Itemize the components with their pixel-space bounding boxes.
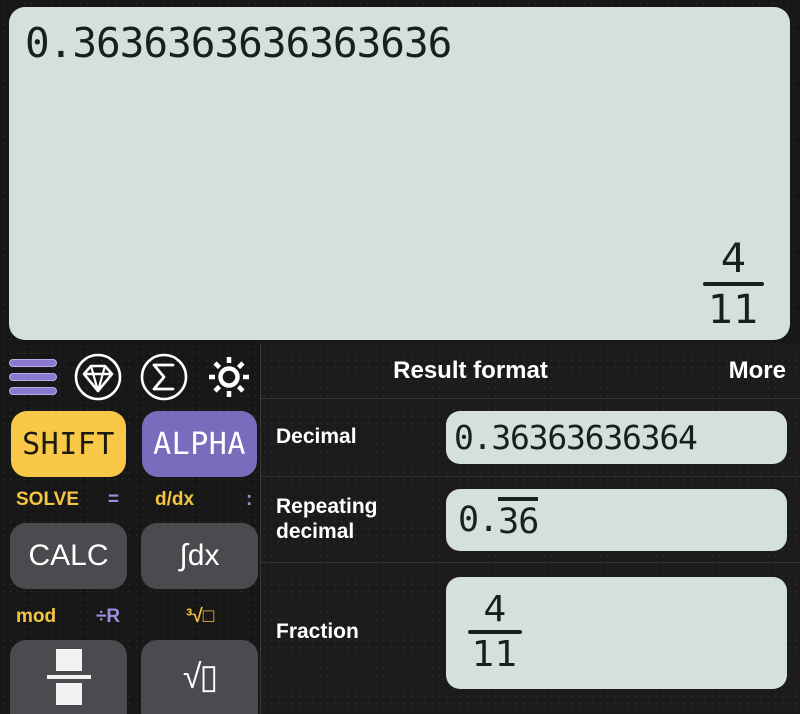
secondary-label-row-1: SOLVE = d/dx : xyxy=(0,489,262,515)
hamburger-line xyxy=(8,373,57,381)
calc-key[interactable]: CALC xyxy=(10,523,127,589)
toolbar xyxy=(0,348,262,406)
result-row-repeating-decimal[interactable]: Repeating decimal 0. 36 xyxy=(261,476,800,562)
repeating-whole-part: 0. xyxy=(458,499,499,540)
fraction-denominator-box xyxy=(55,683,82,705)
fraction-numerator-box xyxy=(55,649,82,671)
alpha-key[interactable]: ALPHA xyxy=(142,411,257,477)
row-label-repeating-decimal: Repeating decimal xyxy=(276,494,378,543)
label-cube-root: ³√□ xyxy=(186,606,215,627)
square-root-icon: √▯ xyxy=(182,658,218,696)
result-row-fraction[interactable]: Fraction 4 11 xyxy=(261,562,800,702)
display-main-value: 0.3636363636363636 xyxy=(25,19,452,67)
row-value-decimal[interactable]: 0.36363636364 xyxy=(446,411,787,464)
fraction-numerator: 4 xyxy=(483,589,507,630)
label-colon: : xyxy=(246,489,253,510)
row-label-fraction: Fraction xyxy=(276,620,359,644)
result-row-decimal[interactable]: Decimal 0.36363636364 xyxy=(261,398,800,476)
label-equals: = xyxy=(108,489,120,510)
gear-icon-svg xyxy=(209,357,250,397)
hamburger-line xyxy=(8,387,57,395)
fraction-template-key[interactable] xyxy=(10,640,127,714)
gem-icon-svg xyxy=(74,353,122,401)
label-div-r: ÷R xyxy=(96,606,121,627)
fraction-denominator: 11 xyxy=(472,634,518,675)
fraction-display: 4 11 xyxy=(468,592,522,673)
label-solve: SOLVE xyxy=(16,489,79,510)
gem-icon[interactable] xyxy=(66,348,132,406)
fraction-template-icon xyxy=(46,649,91,705)
hamburger-menu-icon[interactable] xyxy=(0,348,66,406)
row-value-repeating-decimal[interactable]: 0. 36 xyxy=(446,488,787,551)
row-label-decimal: Decimal xyxy=(276,425,357,449)
shift-key[interactable]: SHIFT xyxy=(11,411,126,477)
sigma-icon[interactable] xyxy=(131,348,197,406)
panel-title: Result format xyxy=(393,356,548,384)
display-fraction-bar xyxy=(703,282,764,286)
keypad-area: SHIFT ALPHA SOLVE = d/dx : CALC ∫dx mod … xyxy=(0,343,262,714)
calculator-display[interactable]: 0.3636363636363636 4 11 xyxy=(9,7,790,340)
sigma-icon-svg xyxy=(140,353,188,401)
gear-icon[interactable] xyxy=(197,348,263,406)
integral-dx-key[interactable]: ∫dx xyxy=(141,523,258,589)
label-ddx: d/dx xyxy=(155,489,195,510)
display-fraction-denominator: 11 xyxy=(708,287,759,333)
secondary-label-row-2: mod ÷R ³√□ xyxy=(0,606,262,632)
repeating-overline-part: 36 xyxy=(498,497,539,542)
display-fraction-result: 4 11 xyxy=(703,238,764,331)
modifier-keys: SHIFT ALPHA xyxy=(0,411,262,477)
display-fraction-numerator: 4 xyxy=(720,236,747,282)
square-root-key[interactable]: √▯ xyxy=(141,640,258,714)
row-value-fraction[interactable]: 4 11 xyxy=(446,576,787,689)
panel-header: Result format More xyxy=(261,343,800,398)
calculator-app: 0.3636363636363636 4 11 SHIFT ALPHA SOLV… xyxy=(0,0,800,714)
fraction-bar xyxy=(46,675,91,679)
label-mod: mod xyxy=(16,606,57,627)
result-format-panel: Result format More Decimal 0.36363636364… xyxy=(260,343,800,714)
hamburger-line xyxy=(8,359,57,367)
more-button[interactable]: More xyxy=(729,357,786,385)
